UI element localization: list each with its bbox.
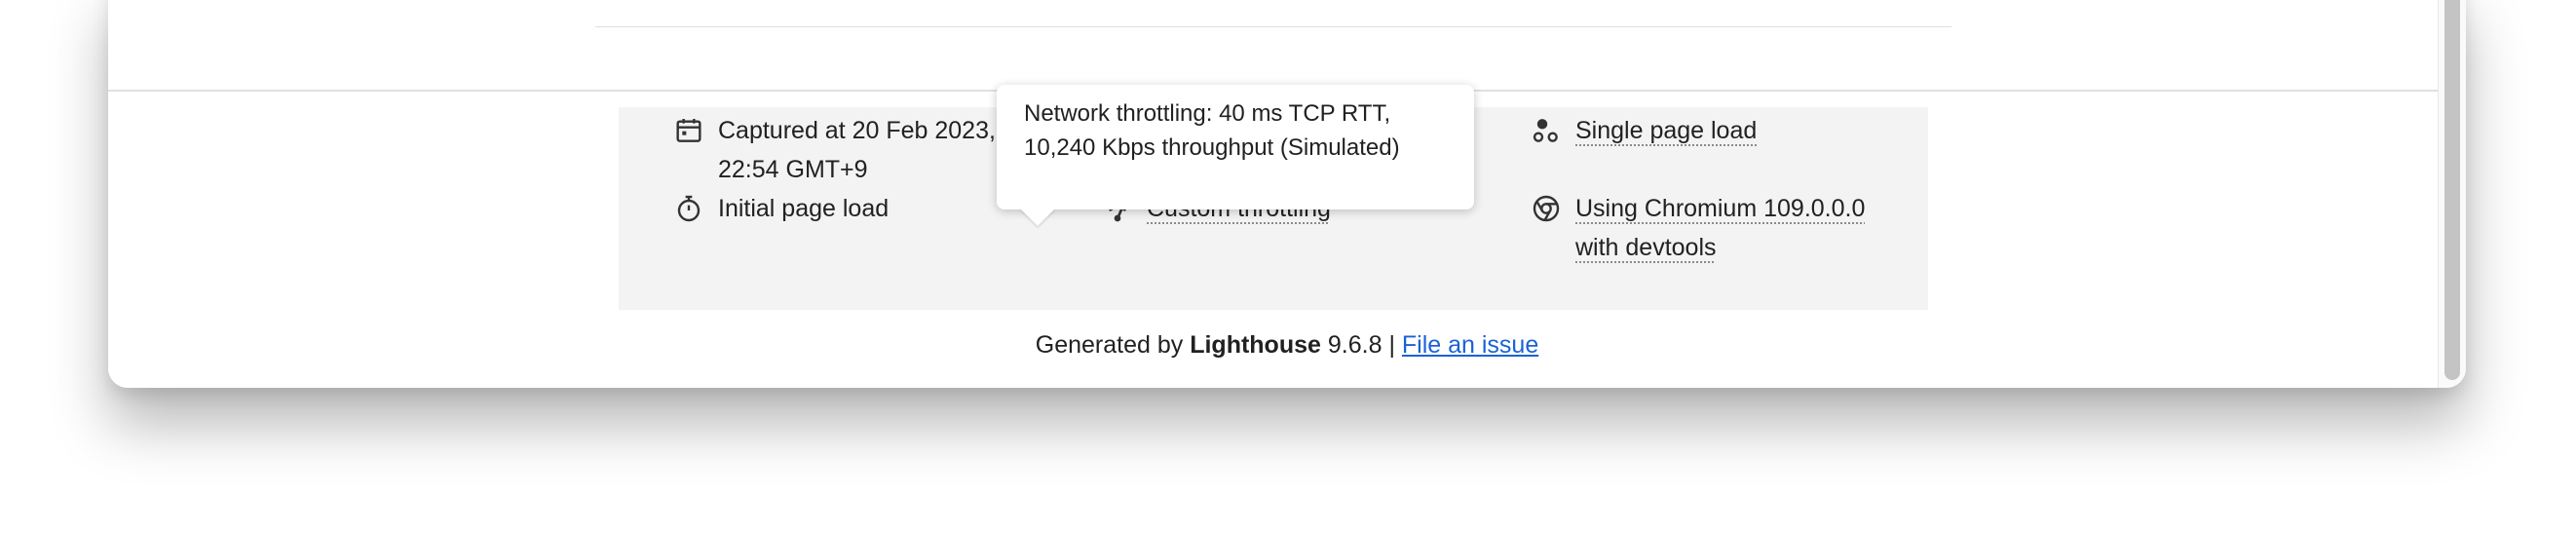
chrome-icon — [1531, 193, 1562, 224]
footer-separator: | — [1388, 331, 1395, 359]
scrollbar-thumb[interactable] — [2444, 0, 2460, 380]
report-window: Captured at 20 Feb 2023, 22:54 GMT+9 Ini… — [108, 0, 2466, 388]
throttling-tooltip: Network throttling: 40 ms TCP RTT, 10,24… — [997, 85, 1474, 226]
file-an-issue-link[interactable]: File an issue — [1402, 331, 1538, 359]
captured-at-text: Captured at 20 Feb 2023, 22:54 GMT+9 — [718, 117, 996, 183]
generated-by-footer: Generated by Lighthouse 9.6.8 | File an … — [108, 331, 2466, 360]
generated-by-prefix: Generated by — [1035, 331, 1184, 359]
lighthouse-brand: Lighthouse — [1190, 331, 1321, 359]
captured-at-item: Captured at 20 Feb 2023, 22:54 GMT+9 — [673, 111, 996, 189]
chromium-version-link[interactable]: Using Chromium 109.0.0.0 with devtools — [1575, 189, 1865, 267]
section-divider — [595, 26, 1951, 27]
initial-page-load-label: Initial page load — [718, 195, 890, 222]
initial-page-load-item: Initial page load — [673, 189, 889, 228]
lighthouse-version: 9.6.8 — [1327, 331, 1383, 359]
single-page-load-item[interactable]: Single page load — [1531, 111, 1757, 150]
single-page-load-link[interactable]: Single page load — [1575, 111, 1757, 150]
tooltip-arrow — [1020, 209, 1055, 226]
tooltip-line-2: 10,240 Kbps throughput (Simulated) — [1024, 134, 1400, 161]
tooltip-line-1: Network throttling: 40 ms TCP RTT, — [1024, 100, 1391, 127]
chromium-item[interactable]: Using Chromium 109.0.0.0 with devtools — [1531, 189, 1865, 267]
samples-icon — [1531, 115, 1562, 146]
vertical-scrollbar[interactable] — [2438, 0, 2466, 388]
calendar-icon — [673, 115, 704, 146]
stopwatch-icon — [673, 193, 704, 224]
